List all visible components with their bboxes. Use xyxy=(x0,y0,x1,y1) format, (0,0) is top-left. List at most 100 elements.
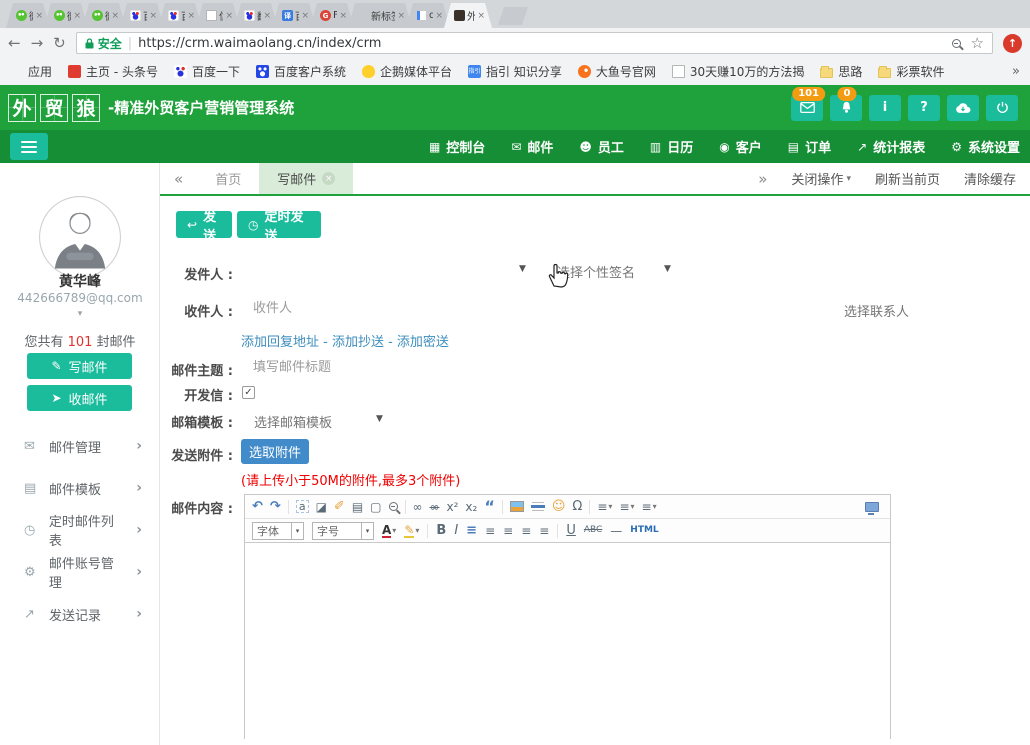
search-replace-icon[interactable] xyxy=(389,502,398,511)
browser-tab[interactable]: 百× xyxy=(120,3,164,28)
blockquote-icon[interactable]: “ xyxy=(484,499,495,515)
tab-close-icon[interactable]: × xyxy=(225,11,233,21)
send-button[interactable]: ↩发送 xyxy=(176,211,232,238)
bookmark-item[interactable]: 指引指引 知识分享 xyxy=(468,63,562,80)
nav-item-orders[interactable]: ▤订单 xyxy=(788,137,831,156)
eraser-icon[interactable]: ◪ xyxy=(316,501,327,513)
tab-close-icon[interactable]: × xyxy=(435,11,443,21)
sidebar-item-mail-template[interactable]: ▤邮件模板› xyxy=(0,467,160,509)
pick-attachment-button[interactable]: 选取附件 xyxy=(241,439,309,464)
bookmark-star-icon[interactable]: ☆ xyxy=(971,36,984,51)
nav-item-console[interactable]: ▦控制台 xyxy=(429,137,485,156)
browser-tab[interactable]: 翻× xyxy=(234,3,278,28)
format-brush-icon[interactable]: ✐ xyxy=(334,500,345,513)
underline-icon[interactable]: U xyxy=(566,524,576,537)
nav-item-calendar[interactable]: ▥日历 xyxy=(650,137,693,156)
back-icon[interactable]: ← xyxy=(8,36,21,51)
fullscreen-monitor-icon[interactable] xyxy=(865,502,879,512)
tabs-scroll-right-icon[interactable]: » xyxy=(758,170,767,188)
bookmark-item[interactable]: 30天赚10万的方法揭 xyxy=(672,63,805,80)
subject-input[interactable] xyxy=(253,355,673,379)
tab-home[interactable]: 首页 xyxy=(197,163,259,194)
italic-icon[interactable]: I xyxy=(454,524,458,537)
clear-cache-button[interactable]: 清除缓存 xyxy=(964,169,1016,188)
font-size-select[interactable]: 字号▾ xyxy=(312,522,374,540)
nav-item-settings[interactable]: ⚙系统设置 xyxy=(951,137,1020,156)
bold-icon[interactable]: B xyxy=(436,524,446,537)
auto-typeset-icon[interactable]: a xyxy=(296,500,309,513)
signature-caret-icon[interactable]: ▼ xyxy=(664,264,671,274)
info-button[interactable]: i xyxy=(869,95,901,121)
close-actions-dropdown[interactable]: 关闭操作▾ xyxy=(791,169,851,188)
schedule-send-button[interactable]: ◷定时发送 xyxy=(237,211,321,238)
nav-item-staff[interactable]: ☻员工 xyxy=(579,137,624,156)
browser-tab[interactable]: 微× xyxy=(44,3,88,28)
bookmark-item[interactable]: 彩票软件 xyxy=(878,63,944,80)
browser-tab[interactable]: 微× xyxy=(82,3,126,28)
bookmark-item[interactable]: 思路 xyxy=(820,63,862,80)
link-icon[interactable]: ∞ xyxy=(413,501,423,513)
superscript-icon[interactable]: x² xyxy=(447,501,459,513)
tab-close-icon[interactable]: × xyxy=(263,11,271,21)
tab-close-icon[interactable]: × xyxy=(149,11,157,21)
help-button[interactable]: ? xyxy=(908,95,940,121)
text-color-icon[interactable]: A▾ xyxy=(382,524,396,538)
bookmark-item[interactable]: 百度客户系统 xyxy=(256,63,346,80)
compose-mail-button[interactable]: ✎写邮件 xyxy=(27,353,132,379)
tab-close-icon[interactable]: × xyxy=(322,172,335,185)
tab-close-icon[interactable]: × xyxy=(301,11,309,21)
editor-body[interactable] xyxy=(245,543,890,739)
sidebar-item-mail-accounts[interactable]: ⚙邮件账号管理› xyxy=(0,551,160,593)
html-source-icon[interactable]: HTML xyxy=(630,526,658,535)
line-spacing-icon[interactable]: ≡▾ xyxy=(619,501,634,513)
cloud-button[interactable] xyxy=(947,95,979,121)
signature-select[interactable]: 选择个性签名 xyxy=(557,262,635,281)
tab-close-icon[interactable]: × xyxy=(187,11,195,21)
paste-plain-icon[interactable]: ▢ xyxy=(370,501,381,513)
tab-close-icon[interactable]: × xyxy=(73,11,81,21)
bookmark-item[interactable]: 主页 - 头条号 xyxy=(68,63,158,80)
template-caret-icon[interactable]: ▼ xyxy=(376,414,383,424)
tab-compose-active[interactable]: 写邮件× xyxy=(259,163,353,194)
forward-icon[interactable]: → xyxy=(31,36,44,51)
mail-template-select[interactable]: 选择邮箱模板 xyxy=(254,412,332,431)
refresh-page-button[interactable]: 刷新当前页 xyxy=(875,169,940,188)
indent-icon[interactable]: ≡ xyxy=(466,524,477,537)
browser-tab-active[interactable]: 外× xyxy=(444,3,492,28)
horizontal-rule-icon[interactable]: — xyxy=(610,525,622,537)
redo-icon[interactable]: ↷ xyxy=(270,500,281,513)
rich-text-editor[interactable]: ↶ ↷ a ◪ ✐ ▤ ▢ ∞ ∞ x² x₂ “ ☺ Ω xyxy=(244,494,891,739)
nav-item-reports[interactable]: ↗统计报表 xyxy=(857,137,925,156)
justify-icon[interactable]: ≡ xyxy=(539,525,549,537)
bookmark-item[interactable]: 百度一下 xyxy=(174,63,240,80)
tab-close-icon[interactable]: × xyxy=(477,11,485,21)
paste-formatted-icon[interactable]: ▤ xyxy=(352,501,363,513)
browser-tab[interactable]: 译百× xyxy=(272,3,316,28)
browser-tab[interactable]: 信× xyxy=(196,3,240,28)
logout-button[interactable] xyxy=(986,95,1018,121)
sidebar-item-scheduled-mail[interactable]: ◷定时邮件列表› xyxy=(0,509,160,551)
tab-close-icon[interactable]: × xyxy=(35,11,43,21)
undo-icon[interactable]: ↶ xyxy=(252,500,263,513)
alerts-button[interactable]: 0 xyxy=(830,95,862,121)
browser-tab[interactable]: 百× xyxy=(158,3,202,28)
browser-tab[interactable]: da× xyxy=(406,3,450,28)
secure-indicator[interactable]: 安全 xyxy=(85,35,122,52)
user-menu-caret-icon[interactable]: ▾ xyxy=(0,309,160,319)
line-height-icon[interactable]: ≡▾ xyxy=(597,501,612,513)
browser-tab[interactable]: 新标签× xyxy=(348,3,412,28)
sidebar-toggle-button[interactable] xyxy=(10,133,48,160)
bookmark-item[interactable]: 大鱼号官网 xyxy=(578,63,656,80)
recipient-input[interactable] xyxy=(253,296,673,320)
tab-close-icon[interactable]: × xyxy=(397,11,405,21)
browser-tab[interactable]: 微× xyxy=(6,3,50,28)
zoom-icon[interactable] xyxy=(952,39,961,48)
dev-letter-checkbox[interactable]: ✓ xyxy=(242,386,255,399)
avatar[interactable] xyxy=(38,195,122,283)
align-left-icon[interactable]: ≡ xyxy=(485,525,495,537)
tab-close-icon[interactable]: × xyxy=(111,11,119,21)
page-break-icon[interactable] xyxy=(531,505,545,508)
special-char-icon[interactable]: Ω xyxy=(572,500,582,513)
tabs-scroll-left-icon[interactable]: « xyxy=(160,170,197,188)
address-bar[interactable]: 安全 | https://crm.waimaolang.cn/index/crm… xyxy=(76,32,993,54)
